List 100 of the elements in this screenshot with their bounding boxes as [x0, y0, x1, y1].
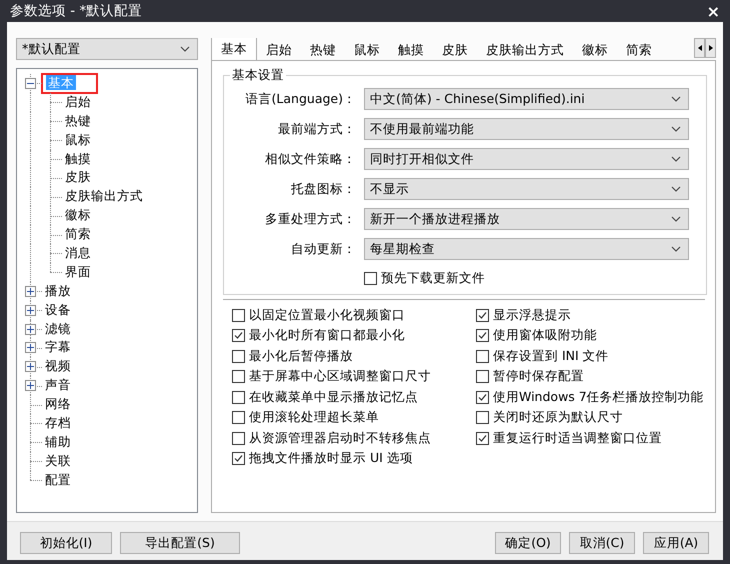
tree-item[interactable]: 视频: [43, 358, 73, 376]
tree-item[interactable]: 简索: [63, 226, 93, 244]
tree-item[interactable]: 鼠标: [63, 132, 93, 149]
dialog-button[interactable]: 初始化(I): [20, 532, 112, 554]
expand-icon[interactable]: [25, 380, 36, 392]
tree-item[interactable]: 声音: [43, 377, 73, 394]
dialog-button[interactable]: 应用(A): [643, 532, 709, 554]
checkbox-label: 暂停时保存配置: [493, 368, 584, 385]
dropdown[interactable]: 不显示: [364, 178, 689, 200]
checkbox[interactable]: [476, 370, 489, 383]
expand-icon[interactable]: [25, 324, 36, 335]
dialog-button[interactable]: 确定(O): [495, 532, 561, 554]
checkbox-label: 最小化后暂停播放: [249, 348, 353, 364]
collapse-icon[interactable]: [25, 78, 36, 89]
checkbox-label: 保存设置到 INI 文件: [493, 348, 609, 364]
chevron-down-icon: [671, 186, 681, 192]
tab[interactable]: 启始: [257, 40, 301, 60]
checkbox[interactable]: [476, 390, 489, 404]
checkbox-label: 预先下载更新文件: [381, 270, 485, 286]
checkbox[interactable]: [232, 411, 245, 424]
tree-item[interactable]: 徽标: [63, 207, 93, 224]
checkbox-label: 拖拽文件播放时显示 UI 选项: [249, 450, 413, 467]
tree-item[interactable]: 皮肤输出方式: [63, 188, 145, 206]
checkbox-label: 使用Windows 7任务栏播放控制功能: [493, 388, 704, 406]
checkbox-label: 关闭时还原为默认尺寸: [493, 409, 623, 426]
tree-item[interactable]: 消息: [63, 244, 93, 262]
checkbox-label: 基于屏幕中心区域调整窗口尺寸: [249, 368, 431, 385]
checkbox[interactable]: [232, 308, 245, 322]
triangle-left-icon: [698, 45, 702, 51]
checkbox[interactable]: [476, 329, 489, 342]
checkbox[interactable]: [364, 272, 377, 284]
close-button[interactable]: ×: [706, 2, 720, 20]
dropdown[interactable]: 不使用最前端功能: [364, 118, 689, 140]
setting-label: 托盘图标：: [290, 180, 356, 198]
chevron-down-icon: [671, 96, 681, 102]
tree-item[interactable]: 字幕: [43, 339, 73, 356]
dropdown[interactable]: 中文(简体) - Chinese(Simplified).ini: [364, 88, 689, 110]
chevron-down-icon: [671, 216, 681, 222]
dropdown[interactable]: 每星期检查: [364, 238, 689, 260]
dialog-button[interactable]: 取消(C): [569, 532, 635, 554]
expand-icon[interactable]: [25, 304, 36, 316]
checkbox[interactable]: [476, 432, 489, 444]
tab[interactable]: 触摸: [389, 40, 433, 60]
tab[interactable]: 皮肤: [433, 40, 477, 60]
expand-icon[interactable]: [25, 361, 36, 372]
setting-label: 自动更新：: [290, 240, 356, 258]
checkbox-label: 以固定位置最小化视频窗口: [249, 306, 405, 324]
checkbox[interactable]: [476, 308, 489, 322]
checkbox-label: 最小化时所有窗口都最小化: [249, 327, 405, 344]
tree-item[interactable]: 播放: [43, 282, 73, 300]
setting-label: 相似文件策略：: [264, 150, 356, 168]
scroll-left-button[interactable]: [694, 38, 705, 58]
tab[interactable]: 徽标: [573, 40, 617, 60]
tree-item[interactable]: 存档: [43, 414, 73, 432]
checkbox-label: 使用滚轮处理超长菜单: [249, 409, 379, 426]
scroll-right-button[interactable]: [705, 38, 716, 58]
dropdown[interactable]: *默认配置: [16, 38, 198, 60]
checkbox[interactable]: [232, 452, 245, 465]
checkbox-label: 使用窗体吸附功能: [493, 327, 597, 344]
expand-icon[interactable]: [25, 286, 36, 297]
chevron-down-icon: [671, 246, 681, 252]
window-title: 参数选项 - *默认配置: [10, 2, 142, 20]
tree-item[interactable]: 滤镜: [43, 320, 73, 338]
checkbox[interactable]: [232, 350, 245, 362]
chevron-down-icon: [671, 126, 681, 132]
checkbox[interactable]: [232, 329, 245, 342]
checkbox-label: 从资源管理器启动时不转移焦点: [249, 430, 431, 446]
checkbox-label: 重复运行时适当调整窗口位置: [493, 430, 662, 446]
tree-item[interactable]: 网络: [43, 396, 73, 414]
tree-item[interactable]: 皮肤: [63, 169, 93, 186]
tab[interactable]: 皮肤输出方式: [477, 40, 573, 60]
checkbox[interactable]: [476, 350, 489, 362]
tab[interactable]: 鼠标: [345, 40, 389, 60]
tree-item[interactable]: 辅助: [43, 434, 73, 451]
checkbox[interactable]: [232, 370, 245, 383]
tree-item[interactable]: 启始: [63, 94, 93, 111]
tab[interactable]: 简索: [617, 40, 661, 60]
checkbox[interactable]: [476, 411, 489, 424]
checkbox[interactable]: [232, 390, 245, 404]
dialog-button[interactable]: 导出配置(S): [120, 532, 240, 554]
expand-icon[interactable]: [25, 342, 36, 354]
tree-item[interactable]: 设备: [43, 302, 73, 319]
checkbox[interactable]: [232, 432, 245, 444]
tree-item[interactable]: 配置: [43, 472, 73, 489]
setting-label: 语言(Language)：: [244, 90, 356, 108]
dropdown[interactable]: 同时打开相似文件: [364, 148, 689, 170]
tab[interactable]: 基本: [211, 38, 257, 60]
checkbox-label: 显示浮悬提示: [493, 306, 571, 324]
setting-label: 多重处理方式：: [264, 210, 356, 228]
checkbox-label: 在收藏菜单中显示播放记忆点: [249, 388, 418, 406]
group-title: 基本设置: [231, 67, 285, 84]
tab[interactable]: 热键: [301, 40, 345, 60]
tree-item[interactable]: 关联: [43, 452, 73, 470]
tree-item[interactable]: 热键: [63, 112, 93, 130]
triangle-right-icon: [708, 45, 712, 51]
dropdown[interactable]: 新开一个播放进程播放: [364, 208, 689, 230]
setting-label: 最前端方式：: [277, 120, 356, 138]
chevron-down-icon: [671, 156, 681, 162]
tree-item[interactable]: 界面: [63, 264, 93, 281]
tree-item[interactable]: 触摸: [63, 150, 93, 168]
